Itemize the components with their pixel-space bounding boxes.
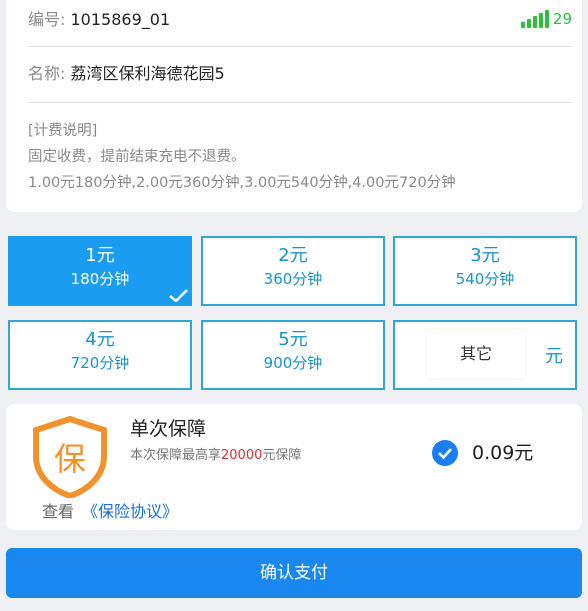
option-price: 1元: [85, 245, 115, 266]
view-label: 查看: [42, 502, 75, 521]
view-agreement-row: 查看 《保险协议》: [42, 498, 178, 522]
option-price: 2元: [278, 245, 308, 266]
insurance-card: 保 单次保障 本次保障最高享20000元保障 0.09元 查看 《保险协议》: [6, 404, 582, 530]
signal-indicator: 29: [520, 10, 572, 28]
signal-value: 29: [552, 10, 572, 28]
insurance-agreement-link[interactable]: 《保险协议》: [82, 502, 178, 521]
option-duration: 540分钟: [455, 270, 515, 288]
charge-option-5[interactable]: 5元 900分钟: [201, 320, 385, 390]
fee-line: 1.00元180分钟,2.00元360分钟,3.00元540分钟,4.00元72…: [28, 175, 456, 191]
fee-description: [计费说明] 固定收费，提前结束充电不退费。 1.00元180分钟,2.00元3…: [28, 118, 572, 196]
station-info-card: 编号: 1015869_01 29 名称: 荔湾区保利海德花园5 [计费说明] …: [6, 0, 582, 212]
option-duration: 720分钟: [70, 354, 130, 372]
other-amount-input[interactable]: 其它: [427, 330, 525, 378]
other-amount-unit: 元: [545, 346, 563, 367]
insurance-checkbox[interactable]: [432, 440, 458, 466]
signal-bar: [526, 19, 531, 28]
station-name-label: 名称:: [28, 64, 66, 83]
checkmark-icon: [438, 448, 452, 460]
confirm-pay-button[interactable]: 确认支付: [6, 548, 582, 598]
signal-bar: [532, 16, 537, 28]
insurance-amount: 20000: [221, 448, 263, 463]
signal-bar: [520, 22, 525, 28]
shield-icon-char: 保: [54, 440, 86, 478]
check-icon: [169, 289, 188, 302]
charge-option-1[interactable]: 1元 180分钟: [8, 236, 192, 306]
divider: [28, 46, 572, 47]
signal-bar: [538, 13, 543, 28]
insurance-price: 0.09元: [472, 442, 534, 464]
insurance-desc-suffix: 元保障: [262, 448, 302, 463]
option-price: 3元: [470, 245, 500, 266]
station-id-value: 1015869_01: [70, 10, 171, 29]
station-name-value: 荔湾区保利海德花园5: [70, 64, 225, 83]
station-id-row: 编号: 1015869_01: [28, 8, 560, 38]
charge-option-2[interactable]: 2元 360分钟: [201, 236, 385, 306]
option-price: 5元: [278, 329, 308, 350]
charge-option-4[interactable]: 4元 720分钟: [8, 320, 192, 390]
fee-line: 固定收费，提前结束充电不退费。: [28, 149, 246, 165]
option-price: 4元: [85, 329, 115, 350]
station-id-label: 编号:: [28, 10, 66, 29]
insurance-title: 单次保障: [130, 418, 207, 440]
signal-bar: [544, 10, 549, 28]
charge-option-other[interactable]: 其它 元: [393, 320, 577, 390]
insurance-desc-prefix: 本次保障最高享: [130, 448, 222, 463]
option-duration: 180分钟: [70, 270, 130, 288]
shield-icon: 保: [33, 416, 107, 498]
charge-option-3[interactable]: 3元 540分钟: [393, 236, 577, 306]
option-duration: 900分钟: [263, 354, 323, 372]
station-name-row: 名称: 荔湾区保利海德花园5: [28, 62, 560, 90]
fee-heading: [计费说明]: [28, 123, 98, 139]
option-duration: 360分钟: [263, 270, 323, 288]
insurance-description: 本次保障最高享20000元保障: [130, 444, 301, 463]
divider: [28, 102, 572, 103]
